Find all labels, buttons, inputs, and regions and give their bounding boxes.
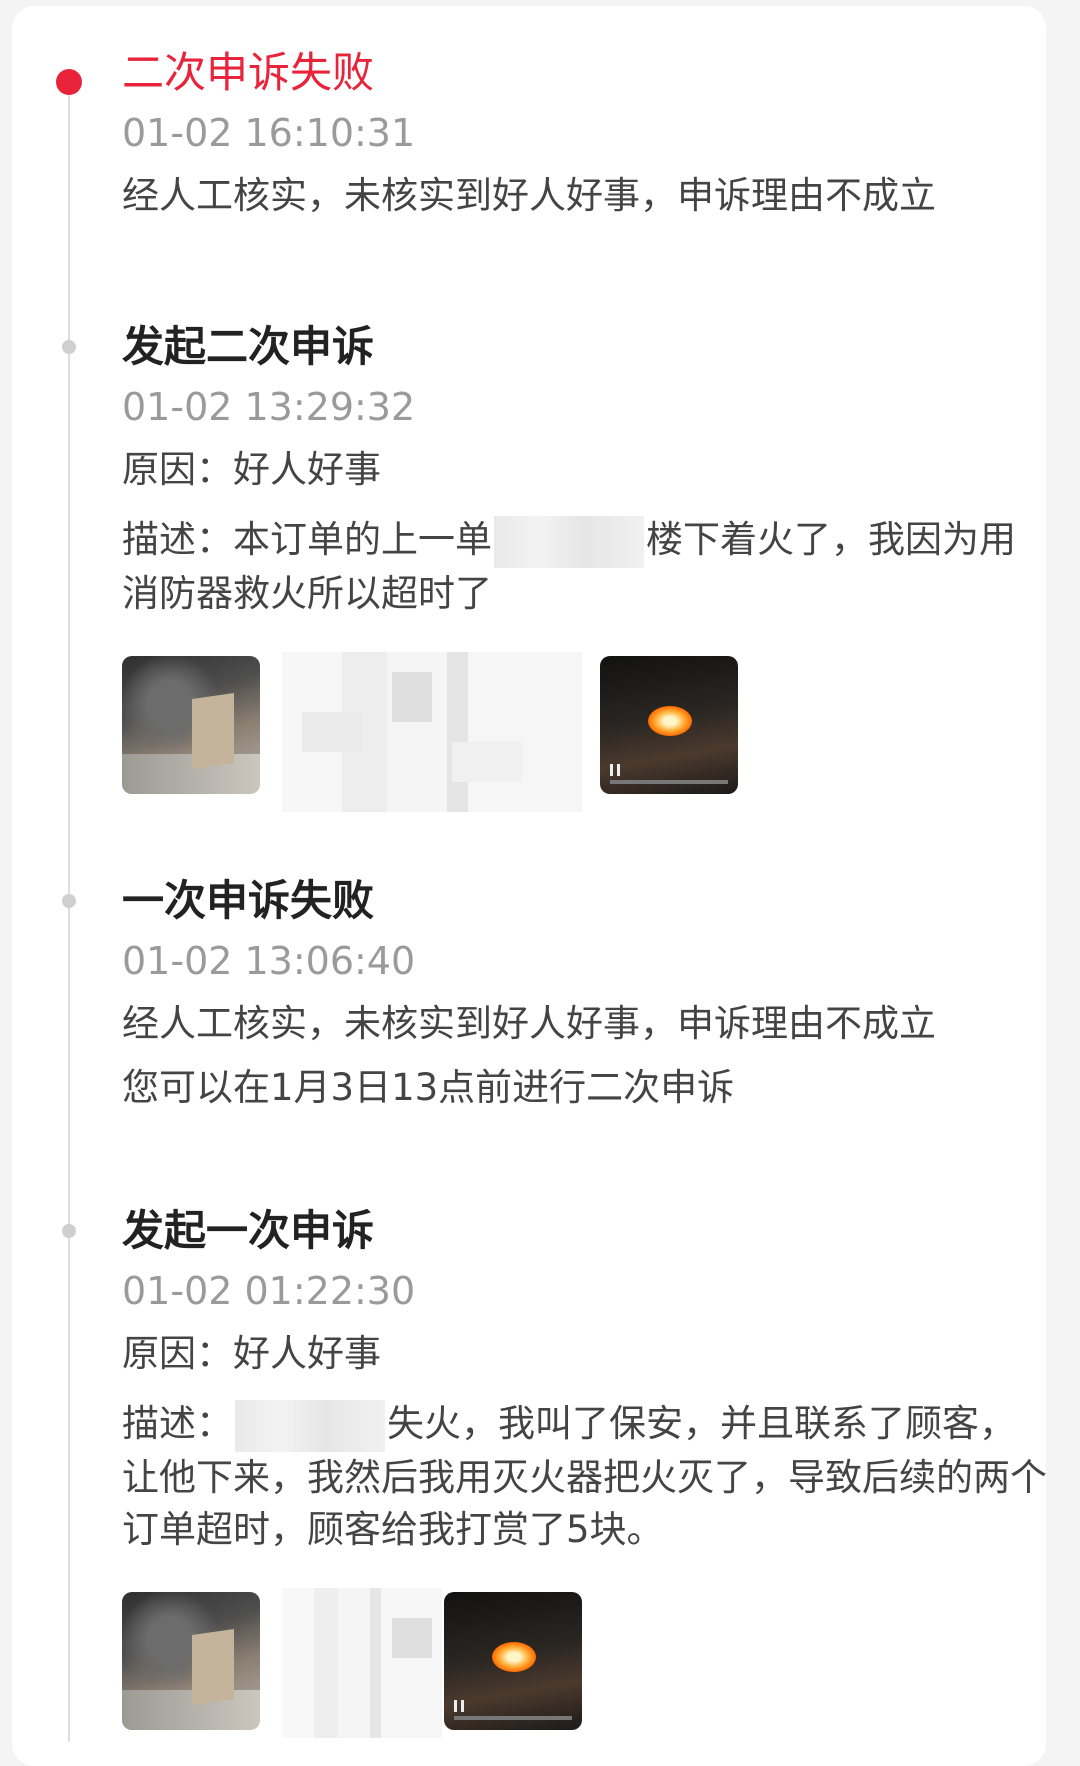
timeline-dot [62, 340, 76, 354]
event-time: 01-02 13:29:32 [122, 385, 416, 429]
timeline-event-second-appeal-failed: 二次申诉失败 01-02 16:10:31 经人工核实，未核实到好人好事，申诉理… [122, 48, 1052, 220]
event-result-text: 经人工核实，未核实到好人好事，申诉理由不成立 [122, 1002, 936, 1045]
event-description: 描述： 失火，我叫了保安，并且联系了顾客，让他下来，我然后我用灭火器把火灭了，导致… [122, 1398, 1052, 1556]
event-title: 一次申诉失败 [122, 876, 375, 925]
timeline-dot [62, 894, 76, 908]
redacted-text [235, 1399, 385, 1452]
event-time: 01-02 01:22:30 [122, 1269, 416, 1313]
event-time: 01-02 16:10:31 [122, 111, 416, 155]
play-icon [610, 764, 620, 776]
event-reason: 原因：好人好事 [122, 448, 381, 491]
event-result-text: 经人工核实，未核实到好人好事，申诉理由不成立 [122, 174, 936, 217]
event-title: 发起一次申诉 [122, 1206, 375, 1255]
redacted-text [494, 515, 644, 568]
timeline-event-first-appeal-failed: 一次申诉失败 01-02 13:06:40 经人工核实，未核实到好人好事，申诉理… [122, 876, 1052, 1112]
event-deadline-text: 您可以在1月3日13点前进行二次申诉 [122, 1066, 735, 1109]
timeline-dot [62, 1224, 76, 1238]
attachment-photo-smoke[interactable] [122, 1592, 260, 1730]
description-text-start: 描述：本订单的上一单 [122, 518, 492, 561]
attachment-photo-smoke[interactable] [122, 656, 260, 794]
play-icon [454, 1700, 464, 1712]
timeline-line [68, 82, 70, 1742]
timeline-dot-active [56, 69, 82, 95]
attachment-photo-blurred[interactable] [282, 652, 582, 812]
event-description: 描述：本订单的上一单 楼下着火了，我因为用消防器救火所以超时了 [122, 514, 1052, 620]
event-time: 01-02 13:06:40 [122, 939, 416, 983]
event-reason: 原因：好人好事 [122, 1332, 381, 1375]
attachment-video-fire[interactable] [600, 656, 738, 794]
attachment-video-fire[interactable] [444, 1592, 582, 1730]
timeline-event-first-appeal: 发起一次申诉 01-02 01:22:30 原因：好人好事 描述： 失火，我叫了保… [122, 1206, 1052, 1556]
attachment-photo-blurred[interactable] [282, 1588, 442, 1738]
timeline-event-second-appeal: 发起二次申诉 01-02 13:29:32 原因：好人好事 描述：本订单的上一单… [122, 322, 1052, 620]
event-title: 二次申诉失败 [122, 48, 375, 97]
event-title: 发起二次申诉 [122, 322, 375, 371]
description-text-start: 描述： [122, 1402, 233, 1445]
